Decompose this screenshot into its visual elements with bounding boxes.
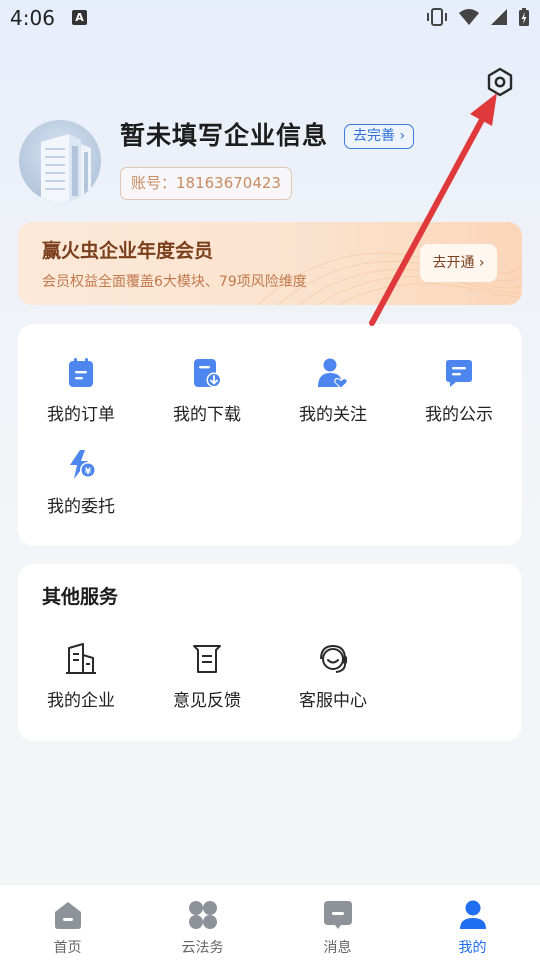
status-bar: 4:06 A: [0, 0, 540, 36]
my-follows-label: 我的关注: [299, 405, 367, 425]
my-company-label: 我的企业: [47, 691, 115, 711]
notice-icon: [446, 360, 472, 387]
download-icon: [194, 359, 222, 388]
vibrate-icon: [427, 8, 447, 26]
my-company-item[interactable]: 我的企业: [18, 642, 144, 711]
complete-info-button[interactable]: 去完善 ›: [344, 124, 415, 149]
battery-icon: [519, 8, 529, 26]
follow-icon: [318, 358, 348, 389]
my-services-card: 我的订单 我的下载 我的关注 我的公示 ¥ 我的委托: [18, 324, 522, 546]
wifi-icon: [459, 9, 479, 25]
my-downloads-item[interactable]: 我的下载: [144, 356, 270, 425]
feedback-label: 意见反馈: [173, 691, 241, 711]
my-entrust-item[interactable]: ¥ 我的委托: [18, 448, 144, 517]
tab-mine-label: 我的: [458, 940, 487, 956]
message-icon: [323, 901, 352, 929]
tab-cloud-legal[interactable]: 云法务: [135, 885, 270, 960]
tab-messages-label: 消息: [323, 940, 352, 956]
building-avatar-icon: [41, 134, 91, 202]
feedback-item[interactable]: 意见反馈: [144, 642, 270, 711]
other-services-title: 其他服务: [42, 586, 119, 608]
home-icon: [54, 902, 81, 929]
company-avatar[interactable]: [19, 120, 101, 202]
customer-service-label: 客服中心: [299, 691, 367, 711]
vip-subtitle: 会员权益全面覆盖6大模块、79项风险维度: [42, 274, 307, 290]
status-time: 4:06: [10, 6, 55, 30]
my-entrust-label: 我的委托: [47, 497, 115, 517]
tab-mine[interactable]: 我的: [405, 885, 540, 960]
tab-cloud-legal-label: 云法务: [181, 940, 224, 956]
signal-icon: [491, 9, 507, 25]
entrust-icon: ¥: [70, 450, 96, 479]
vip-title: 赢火虫企业年度会员: [42, 240, 214, 262]
company-name: 暂未填写企业信息: [120, 121, 329, 150]
vip-membership-card[interactable]: 赢火虫企业年度会员 会员权益全面覆盖6大模块、79项风险维度 去开通 ›: [18, 222, 522, 305]
building-icon: [66, 643, 96, 674]
bottom-tab-bar: 首页 云法务 消息 我的: [0, 884, 540, 960]
feedback-icon: [193, 645, 221, 673]
my-follows-item[interactable]: 我的关注: [270, 356, 396, 425]
my-orders-item[interactable]: 我的订单: [18, 356, 144, 425]
tab-messages[interactable]: 消息: [270, 885, 405, 960]
headset-icon: [320, 644, 347, 673]
my-notices-item[interactable]: 我的公示: [396, 356, 522, 425]
gear-icon: [487, 67, 513, 97]
tab-home-label: 首页: [53, 940, 82, 956]
my-orders-label: 我的订单: [47, 405, 115, 425]
order-icon: [69, 358, 93, 387]
other-services-card: 其他服务 我的企业 意见反馈 客服中心: [18, 564, 522, 741]
customer-service-item[interactable]: 客服中心: [270, 642, 396, 711]
tab-home[interactable]: 首页: [0, 885, 135, 960]
vip-open-button[interactable]: 去开通 ›: [420, 244, 497, 282]
settings-button[interactable]: [485, 67, 515, 97]
my-downloads-label: 我的下载: [173, 405, 241, 425]
svg-text:¥: ¥: [85, 467, 92, 477]
account-badge: 账号：18163670423: [120, 167, 292, 200]
notification-a-icon: A: [72, 10, 87, 25]
my-notices-label: 我的公示: [425, 405, 493, 425]
grid-icon: [188, 901, 217, 929]
profile-icon: [459, 900, 486, 929]
